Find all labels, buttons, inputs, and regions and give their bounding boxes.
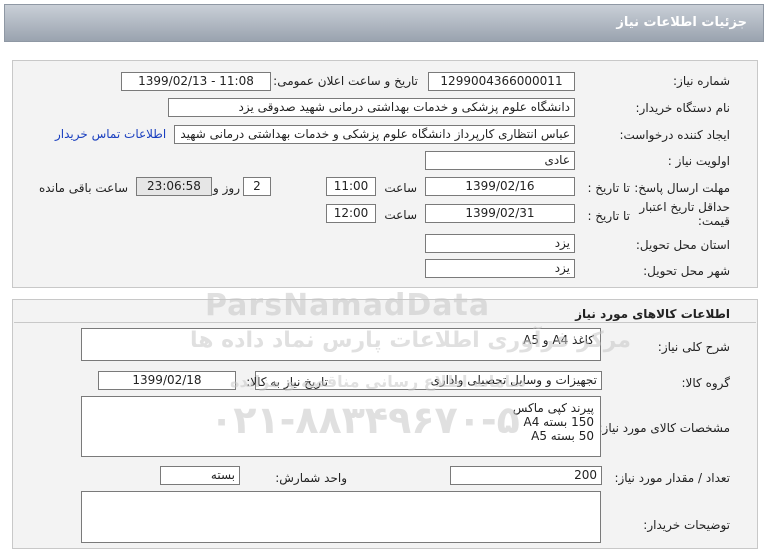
validity-date-field[interactable]: 1399/02/31 [425,204,575,223]
deadline-time-label: ساعت [384,181,417,195]
goods-spec-label: مشخصات کالای مورد نیاز: [598,421,730,435]
deadline-to-date-label: تا تاریخ : [587,181,630,195]
priority-label: اولویت نیاز : [667,154,730,168]
remaining-days-field[interactable]: 2 [243,177,271,196]
deadline-date-field[interactable]: 1399/02/16 [425,177,575,196]
goods-section-title: اطلاعات کالاهای مورد نیاز [575,307,730,321]
announce-label: تاریخ و ساعت اعلان عمومی: [273,74,418,88]
validity-time-label: ساعت [384,208,417,222]
buyer-notes-label: توضیحات خریدار: [643,518,730,532]
need-info-panel [12,60,758,288]
need-description-field[interactable]: کاغذ A4 و A5 [81,328,601,361]
buyer-label: نام دستگاه خریدار: [635,101,731,115]
province-field[interactable]: یزد [425,234,575,253]
deadline-label: مهلت ارسال پاسخ: [634,181,730,195]
page-title: جزئیات اطلاعات نیاز [616,15,747,30]
remaining-time-field: 23:06:58 [136,177,212,196]
goods-need-date-label: تاریخ نیاز به کالا: [246,375,328,389]
need-number-label: شماره نیاز: [673,74,730,88]
announce-field[interactable]: 1399/02/13 - 11:08 [121,72,271,91]
goods-spec-line: 150 بسته A4 [523,415,594,429]
need-number-field[interactable]: 1299004366000011 [428,72,575,91]
province-label: استان محل تحویل: [635,238,730,252]
buyer-contact-link[interactable]: اطلاعات تماس خریدار [55,127,166,141]
creator-field[interactable]: عباس انتظاری کارپرداز دانشگاه علوم پزشکی… [174,125,575,144]
days-label: روز و [213,181,240,195]
goods-spec-line: 50 بسته A5 [531,429,594,443]
need-description-label: شرح کلی نیاز: [657,340,730,354]
goods-need-date-field[interactable]: 1399/02/18 [98,371,236,390]
validity-time-field[interactable]: 12:00 [326,204,376,223]
unit-label: واحد شمارش: [275,471,347,485]
creator-label: ایجاد کننده درخواست: [619,128,730,142]
deadline-time-field[interactable]: 11:00 [326,177,376,196]
quantity-field[interactable]: 200 [450,466,602,485]
buyer-field[interactable]: دانشگاه علوم پزشکی و خدمات بهداشتی درمان… [168,98,575,117]
goods-section-divider [14,322,756,323]
remaining-label: ساعت باقی مانده [38,181,128,195]
buyer-notes-field[interactable] [81,491,601,543]
page-header: جزئیات اطلاعات نیاز [4,4,764,42]
goods-spec-line: پیرند کپی ماکس [512,401,594,415]
city-label: شهر محل تحویل: [643,264,730,278]
goods-spec-field[interactable]: پیرند کپی ماکس 150 بسته A4 50 بسته A5 [81,396,601,457]
unit-field[interactable]: بسته [160,466,240,485]
quantity-label: تعداد / مقدار مورد نیاز: [614,471,730,485]
validity-to-date-label: تا تاریخ : [587,209,630,223]
priority-field[interactable]: عادی [425,151,575,170]
city-field[interactable]: یزد [425,259,575,278]
goods-group-label: گروه کالا: [681,376,731,390]
